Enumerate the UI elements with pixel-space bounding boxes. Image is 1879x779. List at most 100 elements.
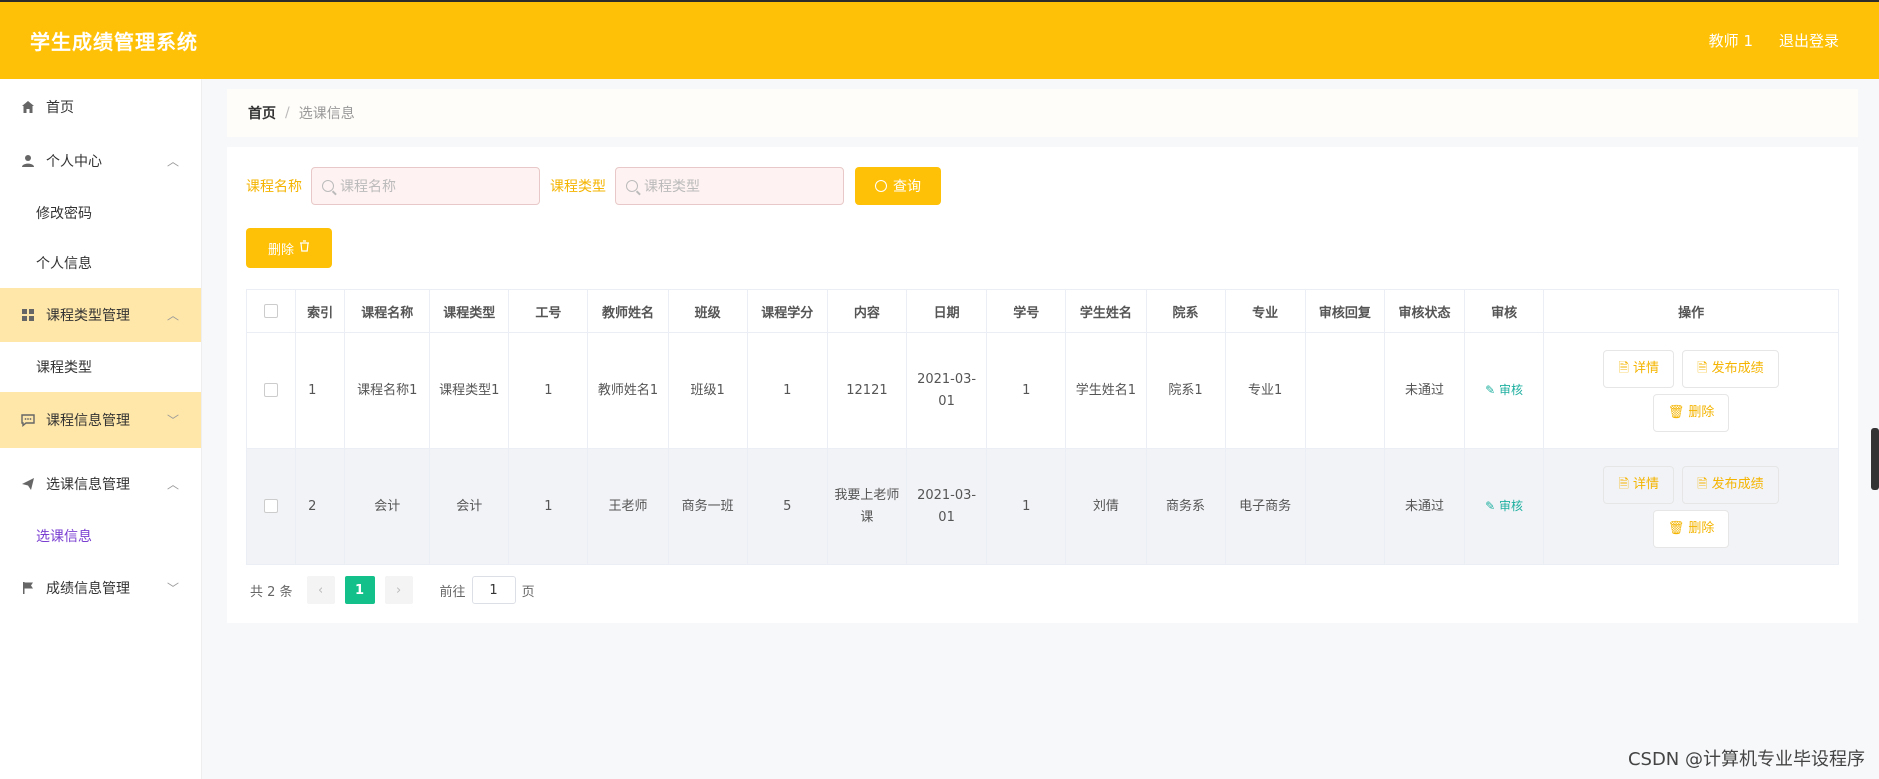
row-select-cell[interactable] xyxy=(245,448,297,565)
cell-course-type: 课程类型1 xyxy=(429,332,510,449)
cell-course-type: 会计 xyxy=(429,448,510,565)
row-actions: 🗎 详情 🗎 发布成绩 🗑 删除 xyxy=(1581,463,1801,551)
document-icon: 🗎 xyxy=(1618,360,1634,376)
current-user[interactable]: 教师 1 xyxy=(1709,30,1753,51)
sidebar-subitem-course-type[interactable]: 课程类型 xyxy=(0,342,201,392)
row-actions: 🗎 详情 🗎 发布成绩 🗑 删除 xyxy=(1581,347,1801,435)
breadcrumb-separator: / xyxy=(285,105,290,121)
row-delete-button-label: 删除 xyxy=(1688,404,1715,420)
selection-table: 索引 课程名称 课程类型 工号 教师姓名 班级 课程学分 内容 日期 学号 学生… xyxy=(245,289,1839,565)
top-header: 学生成绩管理系统 教师 1 退出登录 xyxy=(0,0,1879,79)
publish-grade-button[interactable]: 🗎 发布成绩 xyxy=(1682,465,1779,504)
detail-button[interactable]: 🗎 详情 xyxy=(1603,465,1675,504)
sidebar-subitem-personal-info[interactable]: 个人信息 xyxy=(0,238,201,288)
course-name-placeholder: 课程名称 xyxy=(340,179,396,195)
publish-grade-button-label: 发布成绩 xyxy=(1711,360,1764,376)
breadcrumb-home[interactable]: 首页 xyxy=(248,103,276,123)
column-header: 专业 xyxy=(1224,289,1306,333)
sidebar-item-grade-info-mgmt[interactable]: 成绩信息管理 ﹀ xyxy=(0,552,201,624)
goto-page-input[interactable]: 1 xyxy=(471,576,516,604)
chevron-up-icon: ︿ xyxy=(166,154,179,169)
logout-link[interactable]: 退出登录 xyxy=(1779,30,1839,51)
cell-actions: 🗎 详情 🗎 发布成绩 🗑 删除 xyxy=(1543,448,1839,565)
row-checkbox[interactable] xyxy=(264,499,279,513)
user-icon xyxy=(20,153,36,169)
table-row: 1 课程名称1 课程类型1 1 教师姓名1 班级1 1 12121 2021-0… xyxy=(245,332,1839,449)
sidebar-item-course-info-mgmt[interactable]: 课程信息管理 ﹀ xyxy=(0,392,201,448)
course-type-placeholder: 课程类型 xyxy=(644,179,700,195)
chevron-down-icon: ﹀ xyxy=(166,581,179,596)
cell-student-name: 刘倩 xyxy=(1065,448,1147,565)
page-number-current[interactable]: 1 xyxy=(344,576,375,604)
sidebar-item-personal-center[interactable]: 个人中心 ︿ xyxy=(0,134,201,188)
audit-link-label: 审核 xyxy=(1499,499,1524,513)
cell-major: 电子商务 xyxy=(1224,448,1306,565)
sidebar-subitem-label: 选课信息 xyxy=(36,529,92,545)
goto-prefix: 前往 xyxy=(439,584,466,600)
cell-content: 12121 xyxy=(826,332,907,449)
chevron-up-icon: ︿ xyxy=(166,308,179,323)
audit-link[interactable]: ✎ 审核 xyxy=(1485,499,1523,513)
breadcrumb: 首页 / 选课信息 xyxy=(227,89,1858,137)
column-header: 审核 xyxy=(1464,289,1545,333)
row-delete-button[interactable]: 🗑 删除 xyxy=(1652,509,1730,548)
course-type-input[interactable]: 课程类型 xyxy=(615,167,844,205)
column-header: 班级 xyxy=(667,289,748,333)
search-icon xyxy=(875,180,887,192)
cell-date: 2021-03-01 xyxy=(905,332,988,449)
cell-staff-no: 1 xyxy=(508,332,589,449)
search-icon xyxy=(626,180,638,192)
row-select-cell[interactable] xyxy=(245,332,297,449)
sidebar-subitem-label: 修改密码 xyxy=(36,206,92,222)
prev-page-button[interactable]: ‹ xyxy=(306,576,335,604)
column-header: 工号 xyxy=(508,289,589,333)
send-icon xyxy=(20,476,36,492)
flag-icon xyxy=(20,580,36,596)
home-icon xyxy=(20,99,36,115)
sidebar-item-home[interactable]: 首页 xyxy=(0,79,201,134)
column-header: 日期 xyxy=(905,289,988,333)
detail-button[interactable]: 🗎 详情 xyxy=(1603,349,1675,388)
edit-icon: ✎ xyxy=(1485,499,1500,513)
sidebar-item-course-type-mgmt[interactable]: 课程类型管理 ︿ xyxy=(0,288,201,342)
bulk-delete-button[interactable]: 删除 xyxy=(246,228,332,268)
goto-suffix: 页 xyxy=(521,584,535,600)
cell-course-name: 会计 xyxy=(344,448,431,565)
cell-teacher: 王老师 xyxy=(587,448,669,565)
audit-link[interactable]: ✎ 审核 xyxy=(1485,383,1523,397)
page-scrollbar[interactable] xyxy=(1871,428,1879,490)
audit-link-label: 审核 xyxy=(1499,383,1524,397)
column-header: 教师姓名 xyxy=(587,289,669,333)
search-icon xyxy=(322,180,334,192)
sidebar-item-selection-info-mgmt[interactable]: 选课信息管理 ︿ xyxy=(0,448,201,520)
detail-button-label: 详情 xyxy=(1633,360,1660,376)
cell-index: 2 xyxy=(295,448,346,565)
cell-class: 商务一班 xyxy=(667,448,748,565)
sidebar-subitem-label: 个人信息 xyxy=(36,256,92,272)
row-delete-button[interactable]: 🗑 删除 xyxy=(1652,393,1730,432)
sidebar-item-label: 成绩信息管理 xyxy=(46,581,130,597)
sidebar-item-label: 个人中心 xyxy=(46,154,102,170)
chevron-down-icon: ﹀ xyxy=(166,413,179,428)
sidebar-subitem-change-password[interactable]: 修改密码 xyxy=(0,188,201,238)
select-all-checkbox[interactable] xyxy=(264,304,279,318)
column-header: 操作 xyxy=(1543,289,1839,333)
select-all-cell[interactable] xyxy=(245,289,297,333)
cell-student-no: 1 xyxy=(986,448,1067,565)
trash-icon xyxy=(299,240,310,256)
column-header: 学号 xyxy=(986,289,1067,333)
row-checkbox[interactable] xyxy=(264,383,279,397)
next-page-button[interactable]: › xyxy=(384,576,413,604)
sidebar-subitem-selection-info[interactable]: 选课信息 xyxy=(0,520,201,552)
column-header: 内容 xyxy=(826,289,907,333)
publish-grade-button[interactable]: 🗎 发布成绩 xyxy=(1682,349,1779,388)
chat-icon xyxy=(20,412,36,428)
sidebar-item-label: 课程信息管理 xyxy=(46,413,130,429)
cell-reply xyxy=(1304,332,1385,449)
table-row: 2 会计 会计 1 王老师 商务一班 5 我要上老师课 2021-03-01 1… xyxy=(245,448,1839,565)
cell-status: 未通过 xyxy=(1383,448,1466,565)
query-button[interactable]: 查询 xyxy=(855,167,941,205)
course-name-input[interactable]: 课程名称 xyxy=(311,167,540,205)
column-header: 课程类型 xyxy=(429,289,510,333)
column-header: 学生姓名 xyxy=(1065,289,1147,333)
